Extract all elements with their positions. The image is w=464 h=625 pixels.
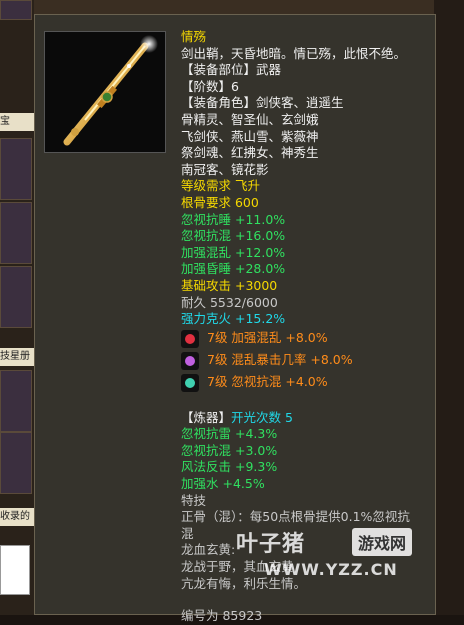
roles-line: 飞剑侠、燕山雪、紫薇神 <box>181 128 319 144</box>
gem-row: 7级 混乱暴击几率 +8.0% <box>181 350 421 372</box>
refine-stat: 忽视抗雷 +4.3% <box>181 426 278 442</box>
gem-text: 7级 混乱暴击几率 +8.0% <box>207 352 353 368</box>
side-tab-label[interactable]: 宝 <box>0 113 34 131</box>
sword-item-image <box>44 31 166 153</box>
watermark-logo: 叶子猪 <box>236 532 306 557</box>
refine-stat: 加强水 +4.5% <box>181 476 265 492</box>
watermark-url: WWW.YZZ.CN <box>264 560 398 579</box>
chat-input-box[interactable] <box>0 545 30 595</box>
inventory-slot[interactable] <box>0 266 32 328</box>
stat-line: 忽视抗混 +16.0% <box>181 228 286 244</box>
refine-row: 【炼器】开光次数 5 <box>181 410 421 427</box>
tier-row: 【阶数】6 <box>181 79 421 96</box>
serial-number: 编号为 85923 <box>181 608 263 624</box>
roles-line: 南冠客、镜花影 <box>181 161 269 177</box>
root-requirement: 根骨要求 600 <box>181 194 259 210</box>
equip-slot: 【装备部位】武器 <box>181 62 282 78</box>
stat-line: 忽视抗睡 +11.0% <box>181 211 286 227</box>
refine-label: 【炼器】 <box>181 409 232 425</box>
inventory-slot[interactable] <box>0 138 32 200</box>
stat-line: 加强混乱 +12.0% <box>181 244 286 260</box>
inventory-slot[interactable] <box>0 432 32 494</box>
tier-label: 【阶数】 <box>181 78 232 94</box>
tier-value: 6 <box>231 78 239 94</box>
site-watermark: 叶子猪 游戏网 WWW.YZZ.CN <box>228 520 448 590</box>
red-gem-icon <box>181 329 199 348</box>
gem-text: 7级 忽视抗混 +4.0% <box>207 374 328 390</box>
inventory-slot[interactable] <box>0 370 32 432</box>
side-tab-label[interactable]: 收录的 <box>0 508 34 526</box>
background-panel-top <box>34 0 464 14</box>
gem-row: 7级 忽视抗混 +4.0% <box>181 372 421 394</box>
purple-gem-icon <box>181 351 199 370</box>
skill-header: 特技 <box>181 492 207 508</box>
refine-stat: 忽视抗混 +3.0% <box>181 442 278 458</box>
inventory-slot[interactable] <box>0 0 32 20</box>
roles-line: 骨精灵、智圣仙、玄剑娥 <box>181 111 319 127</box>
stat-line: 基础攻击 +3000 <box>181 277 278 293</box>
durability: 耐久 5532/6000 <box>181 294 278 310</box>
element-counter: 强力克火 +15.2% <box>181 311 286 327</box>
roles-line: 【装备角色】剑侠客、逍遥生 <box>181 95 344 111</box>
refine-value: 开光次数 5 <box>231 409 293 425</box>
item-title: 情殇 <box>181 29 207 44</box>
inventory-slot[interactable] <box>0 202 32 264</box>
roles-line: 祭剑魂、红拂女、神秀生 <box>181 145 319 161</box>
side-tab-label[interactable]: 技星册 <box>0 348 34 366</box>
teal-gem-icon <box>181 373 199 392</box>
gem-row: 7级 加强混乱 +8.0% <box>181 328 421 350</box>
watermark-box: 游戏网 <box>352 528 413 556</box>
stat-line: 加强昏睡 +28.0% <box>181 261 286 277</box>
refine-stat: 风法反击 +9.3% <box>181 459 278 475</box>
gem-text: 7级 加强混乱 +8.0% <box>207 330 328 346</box>
level-requirement: 等级需求 飞升 <box>181 178 260 194</box>
item-description: 剑出鞘，天昏地暗。情已殇，此恨不绝。 <box>181 45 407 61</box>
